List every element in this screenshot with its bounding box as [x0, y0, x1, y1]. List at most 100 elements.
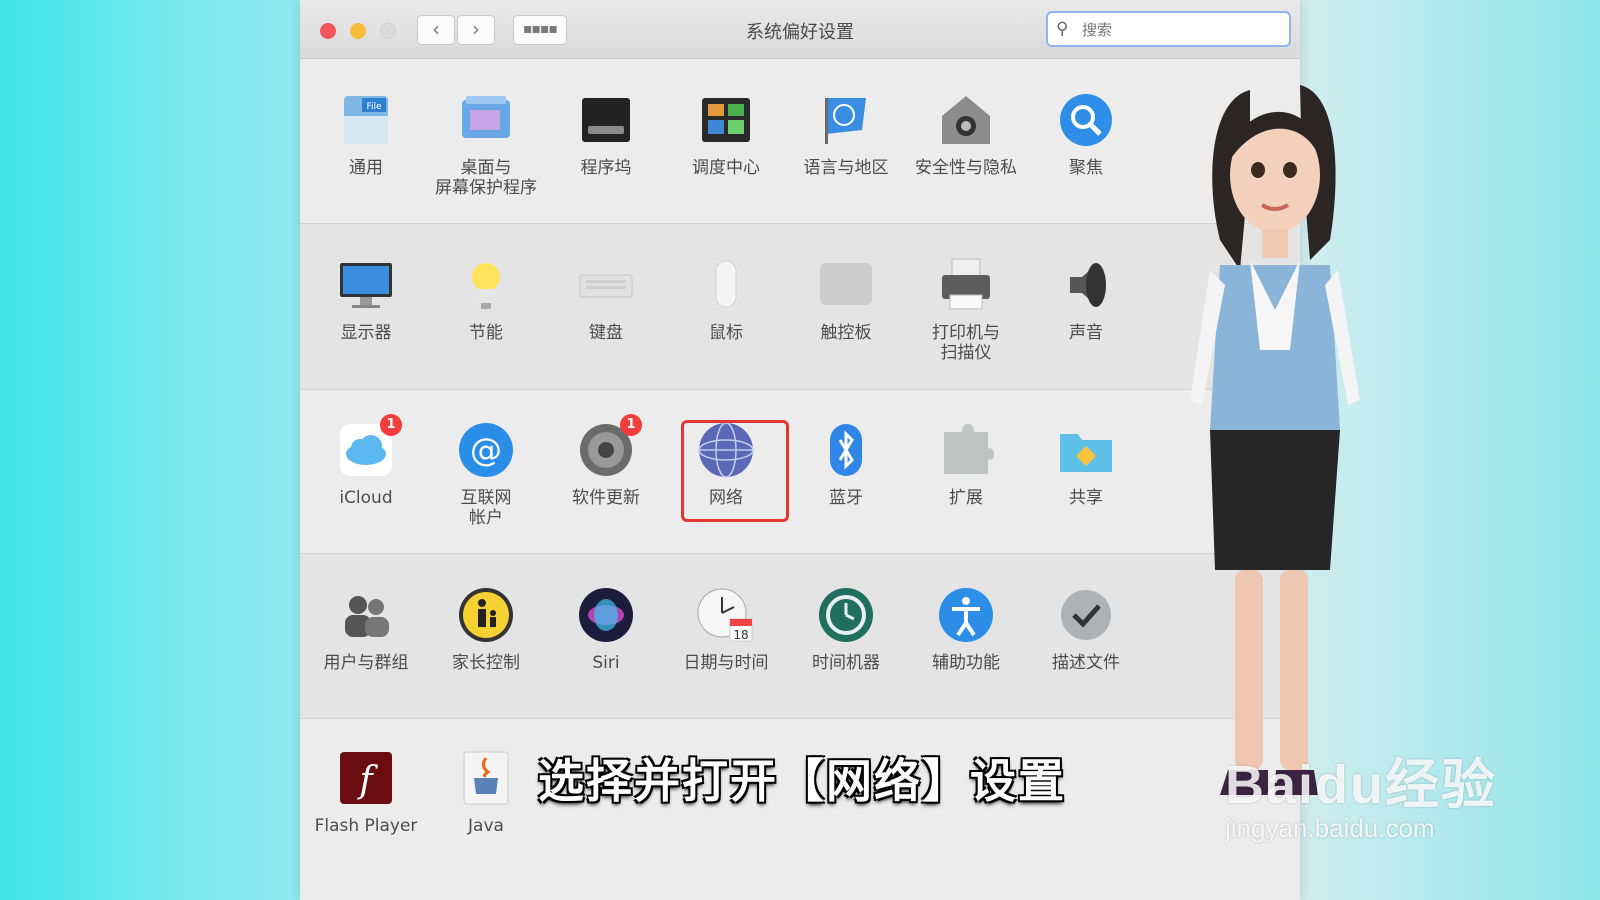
pref-label: 桌面与 屏幕保护程序	[435, 158, 537, 198]
pref-label: 辅助功能	[932, 653, 1000, 673]
pref-label: Java	[468, 816, 504, 836]
pref-datetime[interactable]: 18 日期与时间	[666, 585, 786, 673]
pref-users[interactable]: 用户与群组	[306, 585, 426, 673]
watermark-brand: Baidu经验	[1225, 755, 1498, 815]
pref-general[interactable]: File 通用	[306, 90, 426, 178]
pref-bluetooth[interactable]: 蓝牙	[786, 420, 906, 508]
grid-icon: ▪▪▪▪	[523, 21, 558, 37]
pref-label: 调度中心	[692, 158, 760, 178]
pref-label: 共享	[1069, 488, 1103, 508]
chevron-left-icon: ‹	[432, 17, 440, 41]
parental-controls-icon	[456, 585, 516, 645]
pref-label: 键盘	[589, 323, 623, 343]
network-highlight-box	[681, 420, 789, 522]
pref-energy[interactable]: 节能	[426, 255, 546, 343]
sharing-folder-icon	[1056, 420, 1116, 480]
pref-spotlight[interactable]: 聚焦	[1026, 90, 1146, 178]
show-all-button[interactable]: ▪▪▪▪	[513, 15, 567, 45]
pref-label: 显示器	[340, 323, 392, 343]
pref-label: 描述文件	[1052, 653, 1120, 673]
svg-text:18: 18	[733, 628, 748, 642]
notification-badge: 1	[380, 414, 402, 436]
pref-label: 语言与地区	[803, 158, 889, 178]
printer-icon	[936, 255, 996, 315]
pref-parental[interactable]: 家长控制	[426, 585, 546, 673]
at-sign-icon: @	[456, 420, 516, 480]
pref-label: 鼠标	[709, 323, 743, 343]
back-button[interactable]: ‹	[417, 15, 455, 45]
search-input[interactable]	[1080, 18, 1284, 42]
mission-control-icon	[696, 90, 756, 150]
language-flag-icon	[816, 90, 876, 150]
pref-extensions[interactable]: 扩展	[906, 420, 1026, 508]
search-icon: ⚲	[1056, 19, 1069, 39]
pref-profiles[interactable]: 描述文件	[1026, 585, 1146, 673]
close-button[interactable]	[320, 23, 336, 39]
pref-trackpad[interactable]: 触控板	[786, 255, 906, 343]
pref-desktop[interactable]: 桌面与 屏幕保护程序	[426, 90, 546, 198]
mouse-icon	[696, 255, 756, 315]
spotlight-icon	[1056, 90, 1116, 150]
desktop-icon	[456, 90, 516, 150]
pref-siri[interactable]: Siri	[546, 585, 666, 673]
window-title: 系统偏好设置	[746, 22, 854, 43]
pref-label: 触控板	[820, 323, 872, 343]
pref-label: 聚焦	[1069, 158, 1103, 178]
pref-java[interactable]: Java	[426, 748, 546, 836]
pref-mouse[interactable]: 鼠标	[666, 255, 786, 343]
icloud-icon: 1	[336, 414, 402, 480]
accessibility-icon	[936, 585, 996, 645]
dock-icon	[576, 90, 636, 150]
presenter-figure	[1190, 85, 1360, 795]
pref-accessibility[interactable]: 辅助功能	[906, 585, 1026, 673]
pref-label: 互联网 帐户	[460, 488, 512, 528]
software-update-gear-icon: 1	[576, 414, 642, 480]
keyboard-icon	[576, 255, 636, 315]
display-icon	[336, 255, 396, 315]
java-cup-icon	[456, 748, 516, 808]
svg-text:@: @	[470, 431, 502, 469]
pref-label: 用户与群组	[323, 653, 409, 673]
forward-button[interactable]: ›	[457, 15, 495, 45]
pref-flash[interactable]: f Flash Player	[306, 748, 426, 836]
pref-dock[interactable]: 程序坞	[546, 90, 666, 178]
pref-label: 通用	[349, 158, 383, 178]
pref-printers[interactable]: 打印机与 扫描仪	[906, 255, 1026, 363]
pref-sound[interactable]: 声音	[1026, 255, 1146, 343]
search-field[interactable]: ⚲	[1046, 11, 1291, 47]
users-icon	[336, 585, 396, 645]
zoom-button[interactable]	[380, 23, 396, 39]
pref-label: Flash Player	[314, 816, 418, 836]
pref-displays[interactable]: 显示器	[306, 255, 426, 343]
minimize-button[interactable]	[350, 23, 366, 39]
pref-security[interactable]: 安全性与隐私	[906, 90, 1026, 178]
pref-label: 家长控制	[452, 653, 520, 673]
pref-label: 节能	[469, 323, 503, 343]
baidu-watermark: Baidu经验 jingyan.baidu.com	[1225, 740, 1497, 844]
pref-label: 打印机与 扫描仪	[932, 323, 1000, 363]
pref-update[interactable]: 1 软件更新	[546, 414, 666, 508]
pref-icloud[interactable]: 1 iCloud	[306, 414, 426, 508]
title-bar: ‹ › ▪▪▪▪ 系统偏好设置 ⚲	[300, 0, 1300, 59]
pref-label: 声音	[1069, 323, 1103, 343]
profiles-badge-icon	[1056, 585, 1116, 645]
pref-keyboard[interactable]: 键盘	[546, 255, 666, 343]
pref-mission[interactable]: 调度中心	[666, 90, 786, 178]
trackpad-icon	[816, 255, 876, 315]
siri-icon	[576, 585, 636, 645]
security-house-icon	[936, 90, 996, 150]
pref-timemachine[interactable]: 时间机器	[786, 585, 906, 673]
pref-label: 蓝牙	[829, 488, 863, 508]
pref-label: 日期与时间	[683, 653, 769, 673]
pref-label: 安全性与隐私	[915, 158, 1017, 178]
pref-language[interactable]: 语言与地区	[786, 90, 906, 178]
time-machine-icon	[816, 585, 876, 645]
pref-sharing[interactable]: 共享	[1026, 420, 1146, 508]
pref-label: 时间机器	[812, 653, 880, 673]
general-icon: File	[336, 90, 396, 150]
pref-label: Siri	[592, 653, 620, 673]
pref-internet[interactable]: @ 互联网 帐户	[426, 420, 546, 528]
flash-player-icon: f	[336, 748, 396, 808]
pref-label: iCloud	[339, 488, 393, 508]
svg-text:File: File	[366, 102, 382, 112]
